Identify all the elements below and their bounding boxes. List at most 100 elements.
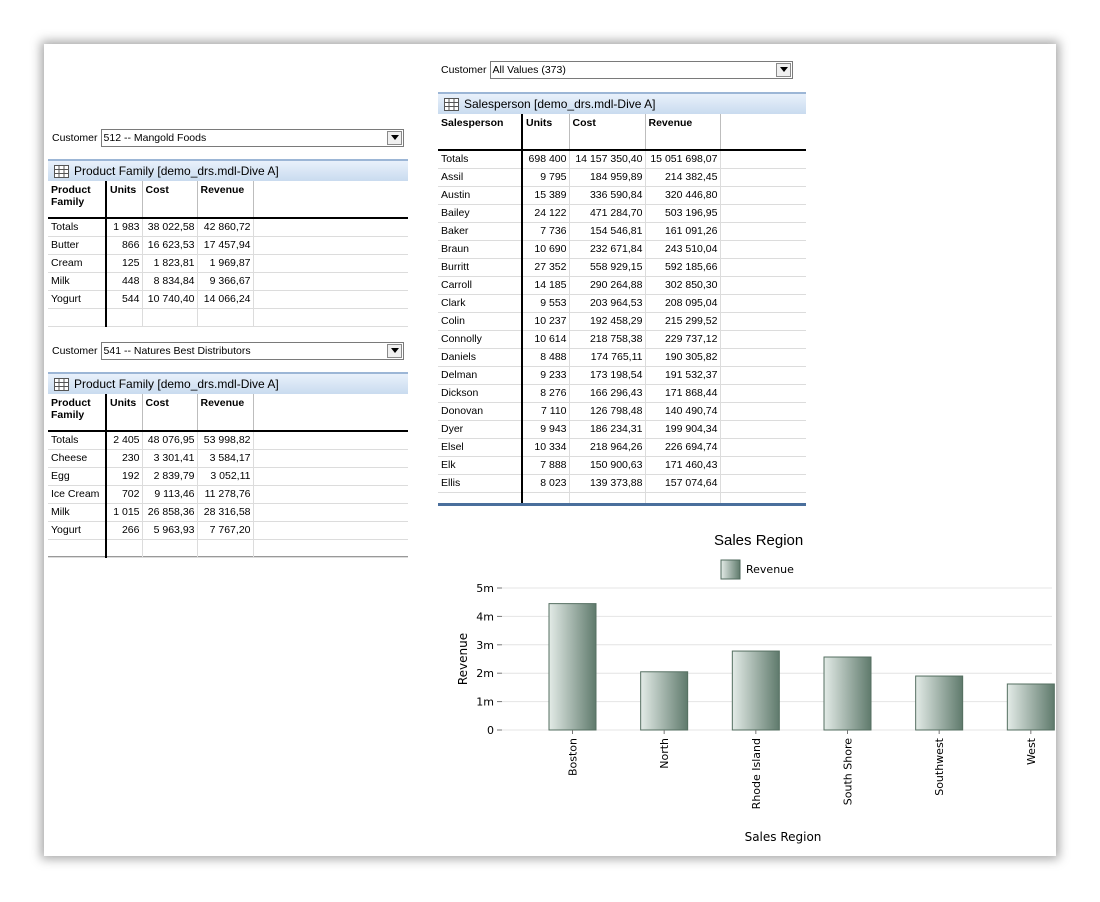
- empty-cell: [197, 308, 254, 327]
- row-label-cell: Delman: [438, 366, 523, 385]
- row-label-cell: Egg: [48, 467, 107, 486]
- totals-row[interactable]: Totals 1 983 38 022,58 42 860,72: [48, 218, 408, 237]
- column-header[interactable]: Revenue: [197, 394, 254, 431]
- table-row[interactable]: Yogurt 266 5 963,93 7 767,20: [48, 521, 408, 540]
- row-label-cell: Yogurt: [48, 290, 107, 309]
- table-row[interactable]: Butter 866 16 623,53 17 457,94: [48, 236, 408, 255]
- value-cell: 8 834,84: [142, 272, 198, 291]
- table-row[interactable]: Assil 9 795 184 959,89 214 382,45: [438, 168, 806, 187]
- empty-cell: [253, 218, 408, 237]
- table-row[interactable]: Dickson 8 276 166 296,43 171 868,44: [438, 384, 806, 403]
- column-header[interactable]: Cost: [142, 394, 198, 431]
- row-label-cell: Ice Cream: [48, 485, 107, 504]
- column-header[interactable]: Units: [522, 114, 570, 150]
- table-row[interactable]: Burritt 27 352 558 929,15 592 185,66: [438, 258, 806, 277]
- product-family-panel-b: Product Family [demo_drs.mdl-Dive A] Pro…: [48, 372, 408, 558]
- value-cell: 208 095,04: [645, 294, 721, 313]
- row-label-cell: Cheese: [48, 449, 107, 468]
- column-header[interactable]: Product Family: [48, 181, 107, 218]
- column-header[interactable]: Product Family: [48, 394, 107, 431]
- empty-cell: [720, 420, 806, 439]
- value-cell: 150 900,63: [569, 456, 646, 475]
- empty-cell: [253, 272, 408, 291]
- column-header[interactable]: Cost: [142, 181, 198, 218]
- value-cell: 702: [106, 485, 143, 504]
- empty-cell: [253, 308, 408, 327]
- row-label-cell: Austin: [438, 186, 523, 205]
- table-row[interactable]: Bailey 24 122 471 284,70 503 196,95: [438, 204, 806, 223]
- value-cell: 10 690: [522, 240, 570, 259]
- table-row[interactable]: Ice Cream 702 9 113,46 11 278,76: [48, 485, 408, 504]
- value-cell: 166 296,43: [569, 384, 646, 403]
- column-header[interactable]: Units: [106, 394, 143, 431]
- panel-header: Salesperson [demo_drs.mdl-Dive A]: [438, 92, 806, 114]
- table-row[interactable]: Yogurt 544 10 740,40 14 066,24: [48, 290, 408, 309]
- value-cell: 140 490,74: [645, 402, 721, 421]
- table-row[interactable]: Cream 125 1 823,81 1 969,87: [48, 254, 408, 273]
- empty-cell: [142, 539, 198, 558]
- value-cell: 192 458,29: [569, 312, 646, 331]
- value-cell: 10 334: [522, 438, 570, 457]
- value-cell: 10 237: [522, 312, 570, 331]
- empty-cell: [48, 308, 107, 327]
- table-row[interactable]: Delman 9 233 173 198,54 191 532,37: [438, 366, 806, 385]
- row-label-cell: Dickson: [438, 384, 523, 403]
- totals-row[interactable]: Totals 698 400 14 157 350,40 15 051 698,07: [438, 150, 806, 169]
- column-header[interactable]: Revenue: [197, 181, 254, 218]
- row-label-cell: Ellis: [438, 474, 523, 493]
- customer-dropdown-b[interactable]: 541 -- Natures Best Distributors: [100, 342, 404, 360]
- table-row[interactable]: Egg 192 2 839,79 3 052,11: [48, 467, 408, 486]
- value-cell: 48 076,95: [142, 431, 198, 450]
- legend-label: Revenue: [746, 563, 794, 576]
- data-table: Product Family Units Cost Revenue Totals…: [48, 394, 408, 558]
- empty-row: [438, 492, 806, 503]
- row-label-cell: Daniels: [438, 348, 523, 367]
- row-label-cell: Elsel: [438, 438, 523, 457]
- customer-dropdown-a[interactable]: 512 -- Mangold Foods: [100, 129, 404, 147]
- customer-selector-c: Customer All Values (373): [441, 60, 793, 80]
- chevron-down-icon[interactable]: [387, 344, 402, 358]
- table-row[interactable]: Daniels 8 488 174 765,11 190 305,82: [438, 348, 806, 367]
- empty-cell: [253, 449, 408, 468]
- value-cell: 2 405: [106, 431, 143, 450]
- table-row[interactable]: Dyer 9 943 186 234,31 199 904,34: [438, 420, 806, 439]
- table-row[interactable]: Cheese 230 3 301,41 3 584,17: [48, 449, 408, 468]
- table-row[interactable]: Clark 9 553 203 964,53 208 095,04: [438, 294, 806, 313]
- table-row[interactable]: Colin 10 237 192 458,29 215 299,52: [438, 312, 806, 331]
- table-row[interactable]: Braun 10 690 232 671,84 243 510,04: [438, 240, 806, 259]
- empty-cell: [720, 240, 806, 259]
- value-cell: 171 868,44: [645, 384, 721, 403]
- table-row[interactable]: Ellis 8 023 139 373,88 157 074,64: [438, 474, 806, 493]
- table-row[interactable]: Milk 448 8 834,84 9 366,67: [48, 272, 408, 291]
- chevron-down-icon[interactable]: [387, 131, 402, 145]
- column-header[interactable]: Revenue: [645, 114, 721, 150]
- empty-cell: [253, 431, 408, 450]
- column-header[interactable]: Salesperson: [438, 114, 523, 150]
- customer-dropdown-c[interactable]: All Values (373): [489, 61, 793, 79]
- chevron-down-icon[interactable]: [776, 63, 791, 77]
- empty-cell: [720, 186, 806, 205]
- empty-cell: [645, 492, 721, 503]
- table-row[interactable]: Elsel 10 334 218 964,26 226 694,74: [438, 438, 806, 457]
- table-row[interactable]: Elk 7 888 150 900,63 171 460,43: [438, 456, 806, 475]
- empty-cell: [720, 276, 806, 295]
- table-row[interactable]: Donovan 7 110 126 798,48 140 490,74: [438, 402, 806, 421]
- row-label-cell: Butter: [48, 236, 107, 255]
- totals-row[interactable]: Totals 2 405 48 076,95 53 998,82: [48, 431, 408, 450]
- empty-cell: [720, 330, 806, 349]
- value-cell: 448: [106, 272, 143, 291]
- value-cell: 8 276: [522, 384, 570, 403]
- column-header[interactable]: Cost: [569, 114, 646, 150]
- y-tick-label: 1m: [476, 696, 494, 709]
- row-label-cell: Elk: [438, 456, 523, 475]
- table-row[interactable]: Connolly 10 614 218 758,38 229 737,12: [438, 330, 806, 349]
- column-header[interactable]: Units: [106, 181, 143, 218]
- table-row[interactable]: Austin 15 389 336 590,84 320 446,80: [438, 186, 806, 205]
- grid-icon: [444, 97, 459, 111]
- table-row[interactable]: Milk 1 015 26 858,36 28 316,58: [48, 503, 408, 522]
- table-row[interactable]: Carroll 14 185 290 264,88 302 850,30: [438, 276, 806, 295]
- value-cell: 302 850,30: [645, 276, 721, 295]
- table-row[interactable]: Baker 7 736 154 546,81 161 091,26: [438, 222, 806, 241]
- y-tick-label: 3m: [476, 639, 494, 652]
- value-cell: 243 510,04: [645, 240, 721, 259]
